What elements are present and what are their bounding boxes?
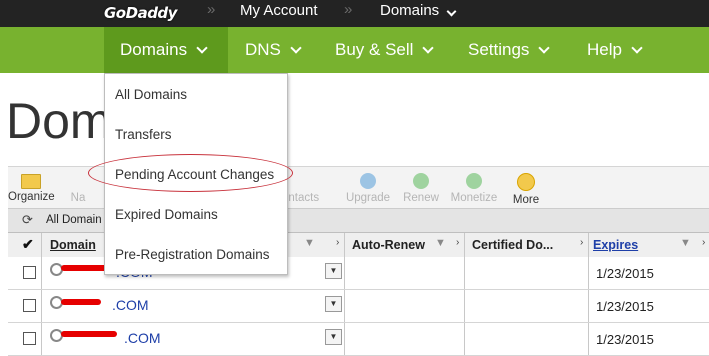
expires-date: 1/23/2015: [596, 299, 654, 314]
row-dropdown-button[interactable]: ▼: [325, 329, 342, 345]
filter-icon[interactable]: ▼: [304, 237, 315, 249]
chevron-right-icon[interactable]: ›: [336, 237, 339, 248]
nav-dns[interactable]: DNS: [245, 27, 302, 73]
plus-icon: [517, 173, 535, 191]
nav-domains[interactable]: Domains: [104, 27, 228, 73]
nav-settings[interactable]: Settings: [468, 27, 551, 73]
main-nav: Domains DNS Buy & Sell Settings Help: [0, 27, 709, 73]
renew-icon: [413, 173, 429, 189]
folder-icon: [21, 174, 41, 189]
column-auto-renew[interactable]: Auto-Renew: [352, 233, 425, 257]
page-title: Dom: [6, 93, 112, 149]
column-domain[interactable]: Domain: [50, 233, 96, 257]
godaddy-logo[interactable]: GoDaddy: [104, 0, 177, 25]
renew-button[interactable]: Renew: [391, 167, 451, 209]
filter-icon[interactable]: ▼: [680, 237, 691, 249]
chevron-down-icon: [446, 6, 457, 17]
top-bar: GoDaddy » My Account » Domains: [0, 0, 709, 27]
chevron-down-icon: [422, 41, 435, 54]
select-all-checkbox[interactable]: ✔: [22, 236, 34, 253]
domain-link[interactable]: .COM: [124, 330, 161, 346]
nav-buy-sell[interactable]: Buy & Sell: [335, 27, 435, 73]
row-checkbox[interactable]: [23, 332, 36, 345]
domain-link[interactable]: .COM: [112, 297, 149, 313]
breadcrumb-separator-icon: »: [344, 1, 353, 18]
table-row[interactable]: .COM ▼ 1/23/2015: [8, 323, 709, 356]
chevron-right-icon[interactable]: ›: [456, 237, 459, 248]
highlight-annotation: [88, 154, 293, 192]
menu-item-pre-registration-domains[interactable]: Pre-Registration Domains: [115, 247, 270, 262]
redaction-mark: [61, 331, 117, 337]
table-row[interactable]: .COM ▼ 1/23/2015: [8, 290, 709, 323]
row-checkbox[interactable]: [23, 266, 36, 279]
chevron-right-icon[interactable]: ›: [702, 237, 705, 248]
menu-item-all-domains[interactable]: All Domains: [115, 87, 187, 102]
dollar-icon: [466, 173, 482, 189]
filter-label[interactable]: All Domain: [46, 214, 102, 226]
organize-button[interactable]: Organize: [8, 167, 55, 209]
expires-date: 1/23/2015: [596, 266, 654, 281]
breadcrumb-separator-icon: »: [207, 1, 216, 18]
chevron-down-icon: [290, 41, 302, 54]
chevron-down-icon: [196, 41, 208, 54]
filter-icon[interactable]: ▼: [435, 237, 446, 249]
name-servers-button[interactable]: Na: [68, 167, 88, 209]
redaction-mark: [61, 299, 101, 305]
row-dropdown-button[interactable]: ▼: [325, 296, 342, 312]
expires-date: 1/23/2015: [596, 332, 654, 347]
column-certified-domain[interactable]: Certified Do...: [472, 233, 553, 257]
chevron-down-icon: [538, 41, 551, 54]
row-checkbox[interactable]: [23, 299, 36, 312]
monetize-button[interactable]: Monetize: [444, 167, 504, 209]
more-button[interactable]: More: [496, 167, 556, 209]
breadcrumb-my-account[interactable]: My Account: [240, 2, 318, 19]
menu-item-expired-domains[interactable]: Expired Domains: [115, 207, 218, 222]
chevron-down-icon: [631, 41, 643, 54]
breadcrumb-domains[interactable]: Domains: [380, 2, 457, 19]
upgrade-button[interactable]: Upgrade: [338, 167, 398, 209]
menu-item-transfers[interactable]: Transfers: [115, 127, 172, 142]
row-dropdown-button[interactable]: ▼: [325, 263, 342, 279]
chevron-right-icon[interactable]: ›: [580, 237, 583, 248]
nav-help[interactable]: Help: [587, 27, 643, 73]
redaction-mark: [61, 265, 109, 271]
column-expires[interactable]: Expires: [593, 233, 638, 257]
upgrade-arrow-icon: [360, 173, 376, 189]
refresh-icon[interactable]: ⟳: [22, 212, 33, 228]
